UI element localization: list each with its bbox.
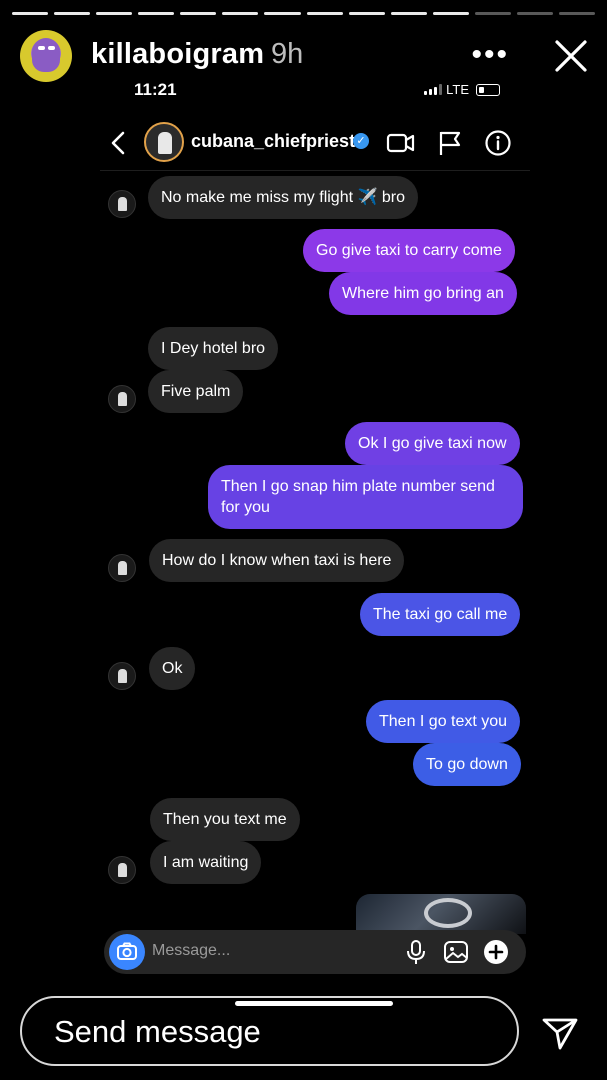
progress-segment (222, 12, 259, 15)
signal-icon (424, 84, 443, 95)
story-time-ago: 9h (271, 38, 304, 70)
progress-segment (306, 12, 343, 15)
progress-segment (390, 12, 427, 15)
video-call-icon[interactable] (386, 128, 416, 158)
progress-segment (432, 12, 469, 15)
info-icon[interactable] (483, 128, 513, 158)
progress-segment (559, 12, 596, 15)
progress-segment (96, 12, 133, 15)
progress-segment (264, 12, 301, 15)
message-bubble-outgoing[interactable]: Where him go bring an (329, 272, 517, 315)
message-bubble-outgoing[interactable]: Ok I go give taxi now (345, 422, 520, 465)
message-bubble-incoming[interactable]: Five palm (148, 370, 244, 413)
message-text-line: Then I go snap him plate number send (221, 478, 495, 495)
close-icon[interactable] (551, 36, 591, 76)
contact-name[interactable]: cubana_chiefpriest (191, 131, 355, 152)
message-bubble-incoming[interactable]: Then you text me (150, 798, 300, 841)
contact-message-avatar[interactable] (108, 385, 136, 413)
flag-icon[interactable] (435, 128, 465, 158)
message-bubble-outgoing[interactable]: To go down (413, 743, 521, 786)
add-circle-icon[interactable] (482, 938, 510, 966)
home-indicator (235, 1001, 393, 1006)
message-composer[interactable]: Message... (104, 930, 526, 974)
dm-header: cubana_chiefpriest ✓ (100, 120, 530, 168)
gallery-icon[interactable] (442, 938, 470, 966)
progress-segment (138, 12, 175, 15)
progress-segment (54, 12, 91, 15)
microphone-icon[interactable] (402, 938, 430, 966)
camera-icon[interactable] (109, 934, 145, 970)
story-username[interactable]: killaboigram (91, 38, 264, 71)
back-chevron-icon[interactable] (106, 130, 132, 156)
message-bubble-incoming[interactable]: No make me miss my flight ✈️ bro (148, 176, 418, 219)
message-bubble-outgoing[interactable]: Then I go snap him plate number send for… (208, 465, 523, 529)
network-label: LTE (446, 82, 469, 97)
message-bubble-incoming[interactable]: Ok (149, 647, 196, 690)
progress-segment (348, 12, 385, 15)
message-bubble-incoming[interactable]: I Dey hotel bro (148, 327, 279, 370)
header-divider (100, 170, 530, 171)
more-dots-icon[interactable]: ••• (471, 38, 509, 72)
status-time: 11:21 (134, 80, 177, 99)
battery-icon (476, 83, 500, 96)
contact-message-avatar[interactable] (108, 856, 136, 884)
shared-car-photo[interactable] (356, 894, 526, 934)
message-bubble-outgoing[interactable]: Then I go text you (366, 700, 521, 743)
contact-avatar[interactable] (144, 122, 184, 162)
send-message-field[interactable]: Send message (20, 996, 519, 1066)
send-message-placeholder: Send message (54, 1014, 261, 1049)
message-bubble-incoming[interactable]: I am waiting (150, 841, 262, 884)
message-bubble-outgoing[interactable]: The taxi go call me (360, 593, 521, 636)
progress-segment (12, 12, 49, 15)
story-progress-bar (12, 12, 596, 16)
message-input[interactable]: Message... (152, 942, 230, 960)
progress-segment (180, 12, 217, 15)
progress-segment (516, 12, 554, 15)
status-indicators: LTE (424, 82, 500, 97)
contact-message-avatar[interactable] (108, 662, 136, 690)
send-icon[interactable] (540, 1012, 580, 1052)
shared-screenshot: 11:21 LTE cubana_chiefpriest ✓ No make m… (100, 72, 530, 982)
message-bubble-outgoing[interactable]: Go give taxi to carry come (303, 229, 515, 272)
progress-segment (474, 12, 511, 15)
message-bubble-incoming[interactable]: How do I know when taxi is here (149, 539, 405, 582)
story-avatar[interactable] (20, 30, 72, 82)
contact-message-avatar[interactable] (108, 554, 136, 582)
contact-message-avatar[interactable] (108, 190, 136, 218)
message-text-line: for you (221, 499, 270, 516)
verified-badge-icon: ✓ (353, 133, 369, 149)
